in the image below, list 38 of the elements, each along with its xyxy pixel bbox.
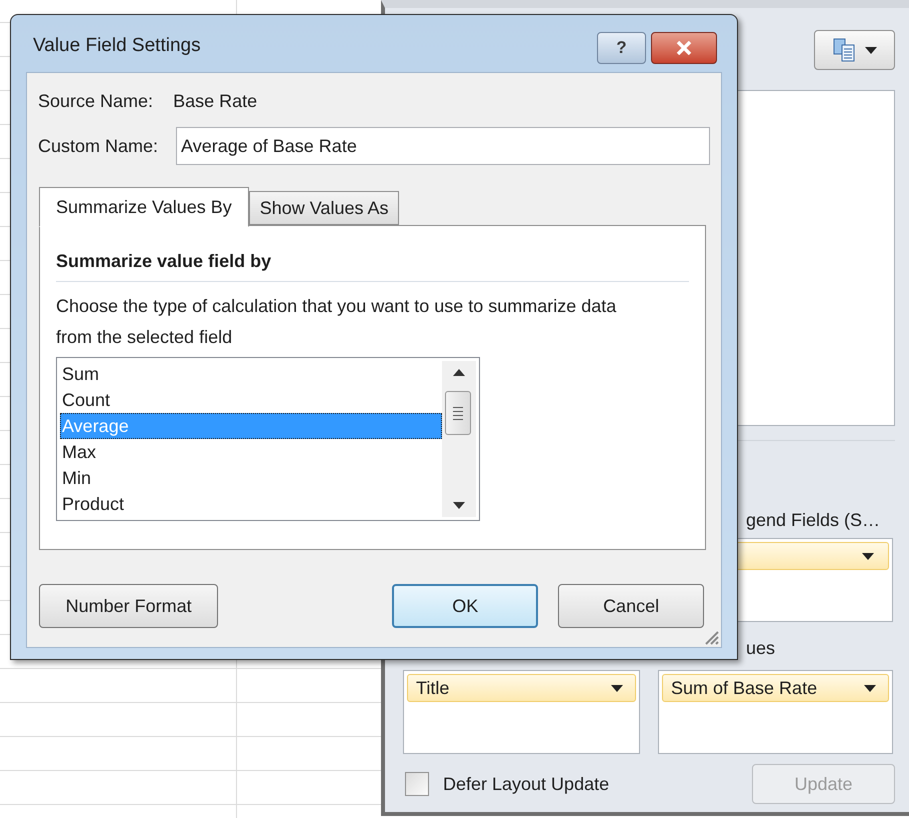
resize-grip-icon <box>703 629 719 645</box>
area-label: gend Fields (S… <box>746 510 882 532</box>
area-label: ues <box>746 637 776 660</box>
number-format-button[interactable]: Number Format <box>39 584 218 628</box>
list-item[interactable]: Min <box>60 465 442 491</box>
cancel-button[interactable]: Cancel <box>558 584 704 628</box>
source-name-value: Base Rate <box>173 90 258 112</box>
section-title: Summarize value field by <box>56 248 689 282</box>
caret-icon <box>611 684 623 692</box>
window-title: Value Field Settings <box>33 34 201 58</box>
custom-name-field[interactable]: Average of Base Rate <box>176 127 710 165</box>
field-label: Custom Name: <box>38 134 158 158</box>
list-item[interactable]: Count <box>60 387 442 413</box>
description-text: Choose the type of calculation that you want to use to summarize data from the selected field <box>56 295 618 349</box>
list-item[interactable]: Sum <box>60 361 442 387</box>
close-icon <box>676 41 692 55</box>
close-button[interactable] <box>651 32 717 64</box>
checkbox-label: Defer Layout Update <box>443 772 610 796</box>
ok-button[interactable]: OK <box>392 584 538 628</box>
field-dropdown[interactable]: Title <box>407 674 636 702</box>
list-item[interactable]: Max <box>60 439 442 465</box>
caret-icon <box>864 46 876 54</box>
scroll-up-icon <box>453 369 465 376</box>
checkbox[interactable] <box>405 772 429 796</box>
scrollbar[interactable] <box>442 361 476 517</box>
scroll-down-icon <box>453 502 465 509</box>
caret-icon <box>864 684 876 692</box>
function-list[interactable]: Sum Count Average Max Min Product <box>56 357 480 521</box>
tab[interactable]: Show Values As <box>248 191 400 225</box>
help-button[interactable]: ? <box>597 32 646 64</box>
layout-button[interactable] <box>814 30 895 70</box>
documents-icon <box>832 38 854 62</box>
caret-icon <box>862 552 874 560</box>
list-item[interactable]: Product <box>60 491 442 517</box>
scroll-thumb[interactable] <box>445 391 471 435</box>
field-label: Source Name: <box>38 90 154 112</box>
field-dropdown[interactable]: Sum of Base Rate <box>662 674 889 702</box>
tab[interactable]: Summarize Values By <box>39 187 249 227</box>
